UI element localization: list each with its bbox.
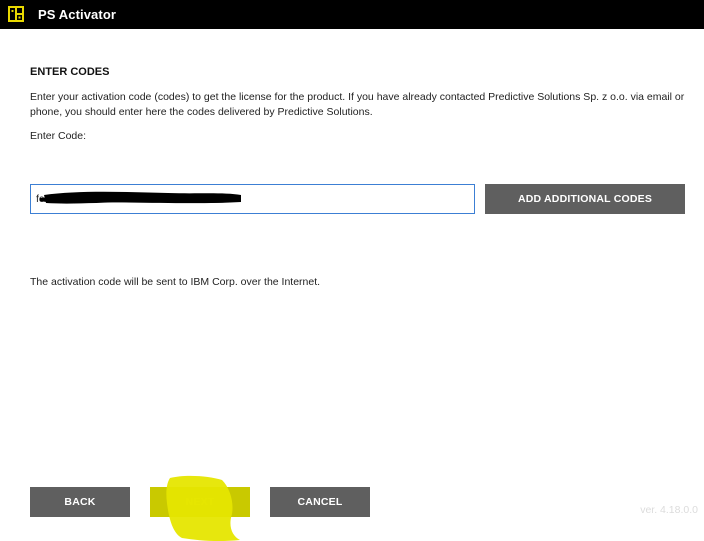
cancel-button[interactable]: CANCEL (270, 487, 370, 517)
ps-activator-icon (8, 6, 24, 22)
version-label: ver. 4.18.0.0 (640, 504, 698, 516)
add-additional-codes-button[interactable]: ADD ADDITIONAL CODES (485, 184, 685, 214)
section-heading: ENTER CODES (30, 66, 110, 78)
next-button[interactable]: NEXT (150, 487, 250, 517)
internet-note: The activation code will be sent to IBM … (30, 276, 321, 288)
back-button[interactable]: BACK (30, 487, 130, 517)
redaction-mark (40, 191, 241, 204)
title-bar: PS Activator (0, 0, 704, 29)
window-title: PS Activator (38, 7, 117, 22)
enter-code-label: Enter Code: (30, 130, 87, 142)
instructions-text: Enter your activation code (codes) to ge… (30, 91, 685, 118)
